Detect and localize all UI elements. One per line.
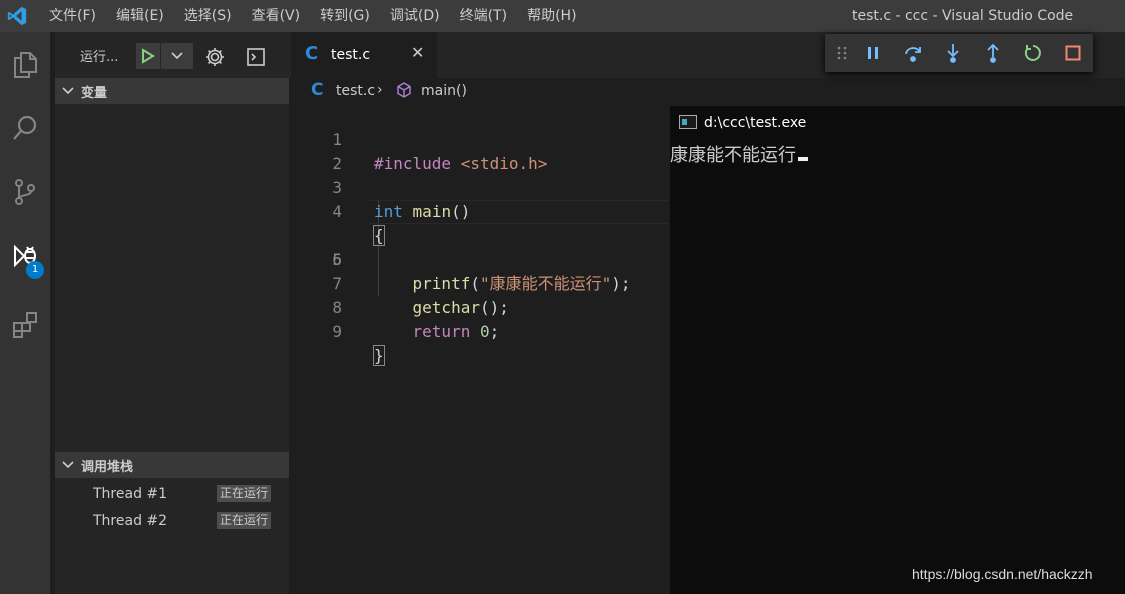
console-output-text: 康康能不能运行 — [670, 145, 796, 166]
breadcrumb: C test.c › main() — [289, 78, 1125, 104]
code-token: ; — [489, 322, 500, 341]
run-config-label: 运行... — [80, 50, 119, 65]
chevron-down-icon — [55, 460, 81, 470]
console-title-bar[interactable]: d:\ccc\test.exe — [670, 106, 1125, 140]
thread-name: Thread #2 — [93, 512, 168, 529]
menu-go[interactable]: 转到(G) — [320, 0, 380, 32]
window-title: test.c - ccc - Visual Studio Code — [852, 8, 1074, 24]
stop-button[interactable] — [1063, 43, 1083, 63]
source-control-icon — [15, 179, 35, 205]
pause-icon — [868, 47, 878, 59]
tab-test-c[interactable]: C test.c ✕ — [291, 32, 437, 78]
menu-edit[interactable]: 编辑(E) — [116, 0, 174, 32]
current-line-highlight — [369, 200, 669, 224]
title-bar: 文件(F) 编辑(E) 选择(S) 查看(V) 转到(G) 调试(D) 终端(T… — [0, 0, 1125, 32]
drag-handle-icon[interactable] — [837, 46, 847, 60]
stop-icon — [1065, 45, 1081, 61]
code-token: 0 — [479, 322, 490, 341]
variables-header-label: 变量 — [81, 85, 108, 101]
breadcrumb-symbol[interactable]: main() — [421, 83, 467, 99]
search-button[interactable] — [0, 104, 50, 152]
gear-icon[interactable] — [204, 46, 226, 68]
tab-label: test.c — [331, 47, 371, 63]
step-out-icon — [987, 43, 999, 63]
debug-badge: 1 — [26, 261, 44, 279]
debug-button[interactable]: 1 — [0, 232, 50, 280]
source-control-button[interactable] — [0, 168, 50, 216]
explorer-button[interactable] — [0, 40, 50, 88]
menu-bar: 文件(F) 编辑(E) 选择(S) 查看(V) 转到(G) 调试(D) 终端(T… — [49, 0, 597, 32]
pause-button[interactable] — [863, 43, 883, 63]
chevron-down-icon — [171, 52, 183, 60]
vscode-logo-icon — [7, 6, 27, 26]
c-file-icon: C — [311, 80, 324, 100]
breadcrumb-file[interactable]: test.c — [336, 83, 375, 99]
thread-row[interactable]: Thread #1 正在运行 — [55, 480, 289, 507]
run-config-dropdown[interactable] — [161, 43, 193, 69]
close-icon[interactable]: ✕ — [411, 43, 424, 62]
start-debug-button[interactable] — [136, 43, 160, 69]
console-title: d:\ccc\test.exe — [704, 115, 807, 131]
console-cursor — [798, 157, 808, 161]
menu-selection[interactable]: 选择(S) — [184, 0, 242, 32]
menu-terminal[interactable]: 终端(T) — [460, 0, 517, 32]
extensions-button[interactable] — [0, 300, 50, 348]
callstack-header-label: 调用堆栈 — [81, 459, 134, 475]
menu-file[interactable]: 文件(F) — [49, 0, 106, 32]
code-token: } — [373, 345, 385, 366]
search-icon — [13, 115, 37, 140]
callstack-section-header[interactable]: 调用堆栈 — [55, 452, 289, 478]
extensions-icon — [13, 312, 37, 338]
play-icon — [142, 48, 155, 64]
code-token: return — [412, 322, 471, 341]
step-into-icon — [947, 44, 959, 63]
debug-toolbar-header: 运行... — [55, 38, 289, 72]
debug-console-icon[interactable] — [245, 46, 267, 68]
debug-sidebar: 运行... 变量 调用堆栈 Thread #1 正在运行 Thread #2 正… — [55, 32, 289, 594]
menu-help[interactable]: 帮助(H) — [527, 0, 586, 32]
console-output: 康康能不能运行 — [670, 141, 808, 167]
debug-action-toolbar — [825, 34, 1093, 72]
c-file-icon: C — [305, 43, 319, 64]
step-over-icon — [905, 47, 921, 62]
step-over-button[interactable] — [903, 43, 923, 63]
chevron-right-icon: › — [377, 82, 383, 98]
thread-status-badge: 正在运行 — [217, 512, 272, 529]
menu-debug[interactable]: 调试(D) — [390, 0, 450, 32]
variables-section-header[interactable]: 变量 — [55, 78, 289, 104]
symbol-method-icon — [397, 82, 411, 98]
thread-row[interactable]: Thread #2 正在运行 — [55, 507, 289, 534]
step-into-button[interactable] — [943, 43, 963, 63]
restart-button[interactable] — [1023, 43, 1043, 63]
chevron-down-icon — [55, 86, 81, 96]
console-window[interactable]: d:\ccc\test.exe 康康能不能运行 — [670, 106, 1125, 594]
activity-bar: 1 — [0, 32, 50, 594]
watermark: https://blog.csdn.net/hackzzh — [912, 566, 1093, 582]
thread-status-badge: 正在运行 — [217, 485, 272, 502]
menu-view[interactable]: 查看(V) — [252, 0, 311, 32]
line-number: 9 — [332, 322, 342, 341]
restart-icon — [1024, 45, 1041, 61]
step-out-button[interactable] — [983, 43, 1003, 63]
thread-name: Thread #1 — [93, 485, 168, 502]
console-app-icon — [679, 115, 697, 129]
files-icon — [14, 52, 37, 78]
